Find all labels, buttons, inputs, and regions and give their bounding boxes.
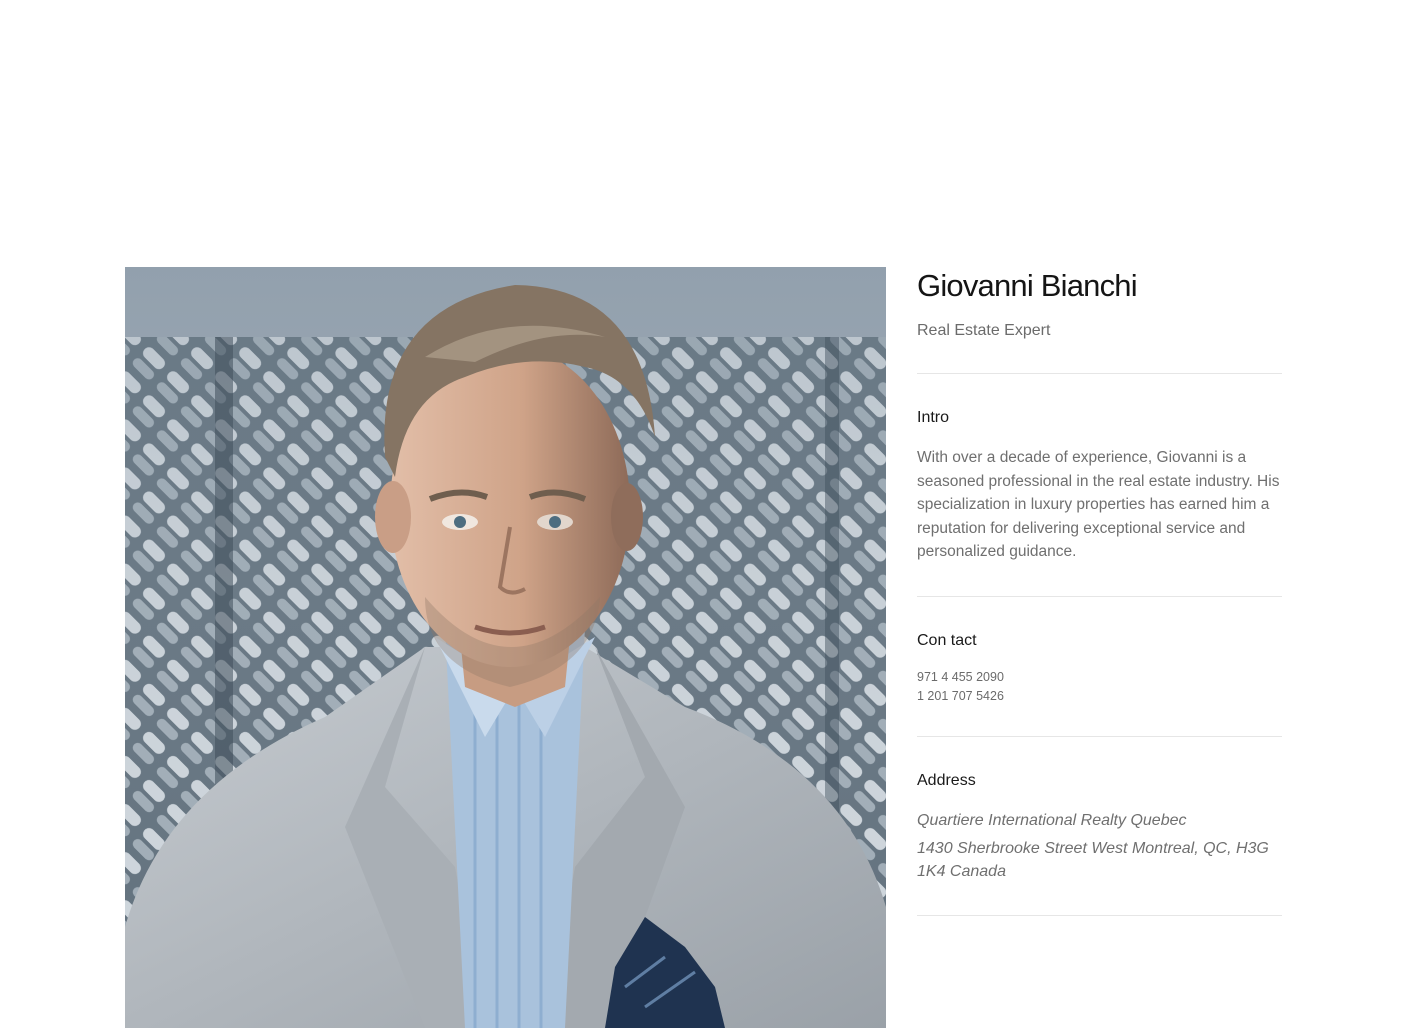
contact-heading: Con tact: [917, 631, 977, 649]
profile-role: Real Estate Expert: [917, 322, 1051, 339]
divider: [917, 373, 1282, 374]
intro-text: With over a decade of experience, Giovan…: [917, 449, 1280, 560]
intro-heading: Intro: [917, 409, 950, 426]
profile-photo: [125, 267, 886, 1028]
portrait-illustration: [125, 267, 886, 1028]
address-company: Quartiere International Realty Quebec: [917, 811, 1187, 829]
profile-details: Giovanni Bianchi Real Estate Expert Intr…: [917, 267, 1282, 916]
phone-number[interactable]: 971 4 455 2090: [917, 668, 1282, 688]
phone-number[interactable]: 1 201 707 5426: [917, 687, 1282, 707]
profile-name: Giovanni Bianchi: [917, 268, 1138, 303]
address-heading: Address: [917, 771, 976, 789]
divider: [917, 914, 1282, 916]
divider: [917, 735, 1282, 737]
contact-list: 971 4 455 2090 1 201 707 5426: [917, 668, 1282, 707]
divider: [917, 595, 1282, 597]
address-street: 1430 Sherbrooke Street West Montreal, QC…: [917, 839, 1269, 881]
